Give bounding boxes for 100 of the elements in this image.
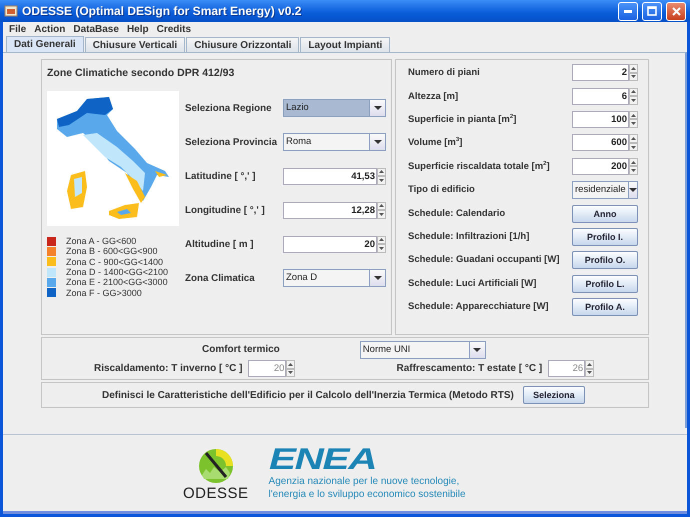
tab[interactable]: Dati Generali bbox=[6, 36, 84, 52]
arrow-down-icon bbox=[631, 98, 636, 102]
field-label: Superficie in pianta [m$^{2}$] bbox=[408, 114, 518, 126]
dropdown-button[interactable] bbox=[628, 180, 638, 199]
field-label: Raffrescamento: T estate [ °C ] bbox=[396, 363, 542, 374]
field-label: Latitudine [ °,' ] bbox=[185, 170, 256, 182]
tab[interactable]: Chiusure Verticali bbox=[84, 37, 186, 52]
increment-button[interactable] bbox=[629, 134, 638, 143]
field-label: Altitudine [ m ] bbox=[185, 238, 255, 250]
legend-label: Zona B - 600<GG<900 bbox=[66, 246, 158, 256]
panel-title: Zone Climatiche secondo DPR 412/93 bbox=[47, 67, 236, 79]
maximize-button[interactable] bbox=[642, 2, 662, 20]
minimize-button[interactable] bbox=[618, 2, 638, 20]
dropdown-button[interactable] bbox=[370, 99, 386, 117]
caret-icon bbox=[374, 140, 382, 144]
field-label: Schedule: Luci Artificiali [W] bbox=[408, 278, 538, 289]
increment-button[interactable] bbox=[286, 360, 296, 368]
logo-text: ENEA bbox=[268, 445, 377, 475]
profile-button[interactable]: Anno bbox=[572, 204, 638, 223]
field-label: Superficie riscaldata totale [m$^{2}$] bbox=[408, 160, 551, 172]
logo-text: ODESSE bbox=[183, 484, 249, 502]
arrow-down-icon bbox=[379, 212, 384, 216]
window-title: ODESSE (Optimal DESign for Smart Energy) v0.2 bbox=[22, 4, 302, 18]
arrow-up-icon bbox=[587, 362, 592, 366]
dropdown-button[interactable] bbox=[370, 269, 386, 287]
tagline: Agenzia nazionale per le nuove tecnologie, bbox=[268, 475, 460, 488]
increment-button[interactable] bbox=[629, 88, 638, 96]
caret-icon bbox=[628, 188, 637, 192]
number-field[interactable]: 41,53 bbox=[283, 168, 377, 184]
field-label: Schedule: Guadani occupanti [W] bbox=[408, 254, 560, 266]
minimize-icon bbox=[624, 10, 632, 12]
field-label: Comfort termico bbox=[202, 344, 280, 355]
field-label: Schedule: Apparecchiature [W] bbox=[408, 301, 550, 312]
increment-button[interactable] bbox=[377, 236, 386, 244]
app-icon bbox=[4, 4, 18, 18]
close-button[interactable] bbox=[666, 2, 686, 20]
tagline: l'energia e lo sviluppo economico sostenibile bbox=[268, 488, 466, 501]
select-button[interactable]: Seleziona bbox=[522, 386, 585, 404]
decrement-button[interactable] bbox=[377, 244, 386, 252]
menu-item[interactable]: Action bbox=[31, 24, 70, 34]
decrement-button[interactable] bbox=[629, 96, 638, 105]
menu-item[interactable]: File bbox=[6, 24, 32, 34]
number-field[interactable]: 600 bbox=[572, 134, 629, 152]
number-field[interactable]: 6 bbox=[572, 88, 629, 105]
field-label: Schedule: Infiltrazioni [1/h] bbox=[408, 230, 530, 242]
profile-button[interactable]: Profilo A. bbox=[572, 298, 638, 316]
field-label: Riscaldamento: T inverno [ °C ] bbox=[94, 363, 242, 374]
increment-button[interactable] bbox=[629, 110, 638, 120]
increment-button[interactable] bbox=[629, 64, 638, 73]
arrow-up-icon bbox=[288, 362, 294, 366]
arrow-up-icon bbox=[379, 238, 384, 242]
decrement-button[interactable] bbox=[629, 119, 638, 128]
menu-item[interactable]: Credits bbox=[154, 24, 196, 34]
number-field[interactable]: 12,28 bbox=[283, 202, 377, 218]
field-label: Seleziona Provincia bbox=[185, 136, 278, 148]
increment-button[interactable] bbox=[585, 360, 594, 368]
increment-button[interactable] bbox=[377, 168, 386, 176]
field-label: Tipo di edificio bbox=[408, 184, 476, 196]
legend-label: Zona D - 1400<GG<2100 bbox=[66, 267, 168, 278]
caret-icon bbox=[374, 106, 382, 110]
tab[interactable]: Layout Impianti bbox=[300, 37, 390, 52]
number-field[interactable]: 20 bbox=[283, 236, 377, 252]
dropdown-button[interactable] bbox=[470, 340, 486, 358]
decrement-button[interactable] bbox=[629, 166, 638, 175]
dropdown-field[interactable]: Lazio bbox=[283, 99, 370, 117]
number-field[interactable]: 200 bbox=[572, 158, 629, 175]
increment-button[interactable] bbox=[629, 158, 638, 166]
dropdown-button[interactable] bbox=[370, 133, 386, 151]
dropdown-field[interactable]: Norme UNI bbox=[360, 340, 470, 358]
number-field[interactable]: 100 bbox=[572, 110, 629, 128]
field-label: Zona Climatica bbox=[185, 272, 256, 284]
menu-item[interactable]: DataBase bbox=[70, 24, 124, 34]
arrow-up-icon bbox=[379, 170, 384, 174]
legend-label: Zona A - GG<600 bbox=[66, 236, 136, 246]
increment-button[interactable] bbox=[377, 202, 386, 210]
arrow-down-icon bbox=[631, 169, 636, 172]
number-field[interactable]: 2 bbox=[572, 64, 629, 82]
profile-button[interactable]: Profilo O. bbox=[572, 251, 638, 270]
menu-item[interactable]: Help bbox=[124, 24, 154, 34]
profile-button[interactable]: Profilo L. bbox=[572, 274, 638, 293]
dropdown-field[interactable]: residenziale bbox=[572, 180, 629, 199]
arrow-up-icon bbox=[631, 90, 636, 94]
arrow-down-icon bbox=[288, 371, 294, 374]
decrement-button[interactable] bbox=[377, 176, 386, 184]
legend-label: Zona E - 2100<GG<3000 bbox=[66, 277, 168, 288]
dropdown-field[interactable]: Zona D bbox=[283, 269, 370, 287]
dropdown-field[interactable]: Roma bbox=[283, 133, 370, 151]
arrow-down-icon bbox=[631, 122, 636, 126]
arrow-down-icon bbox=[379, 246, 384, 250]
decrement-button[interactable] bbox=[377, 210, 386, 218]
arrow-down-icon bbox=[379, 178, 384, 182]
profile-button[interactable]: Profilo I. bbox=[572, 228, 638, 246]
legend-label: Zona F - GG>3000 bbox=[66, 288, 142, 298]
instruction-text: Definisci le Caratteristiche dell'Edificio per il Calcolo dell'Inerzia Termica (Metodo RTS) bbox=[102, 390, 514, 400]
tab[interactable]: Chiusure Orizzontali bbox=[186, 37, 300, 52]
arrow-up-icon bbox=[631, 160, 636, 164]
arrow-up-icon bbox=[631, 66, 636, 70]
arrow-up-icon bbox=[631, 137, 636, 140]
field-label: Volume [m$^{3}$] bbox=[408, 137, 464, 148]
maximize-icon bbox=[647, 6, 657, 16]
